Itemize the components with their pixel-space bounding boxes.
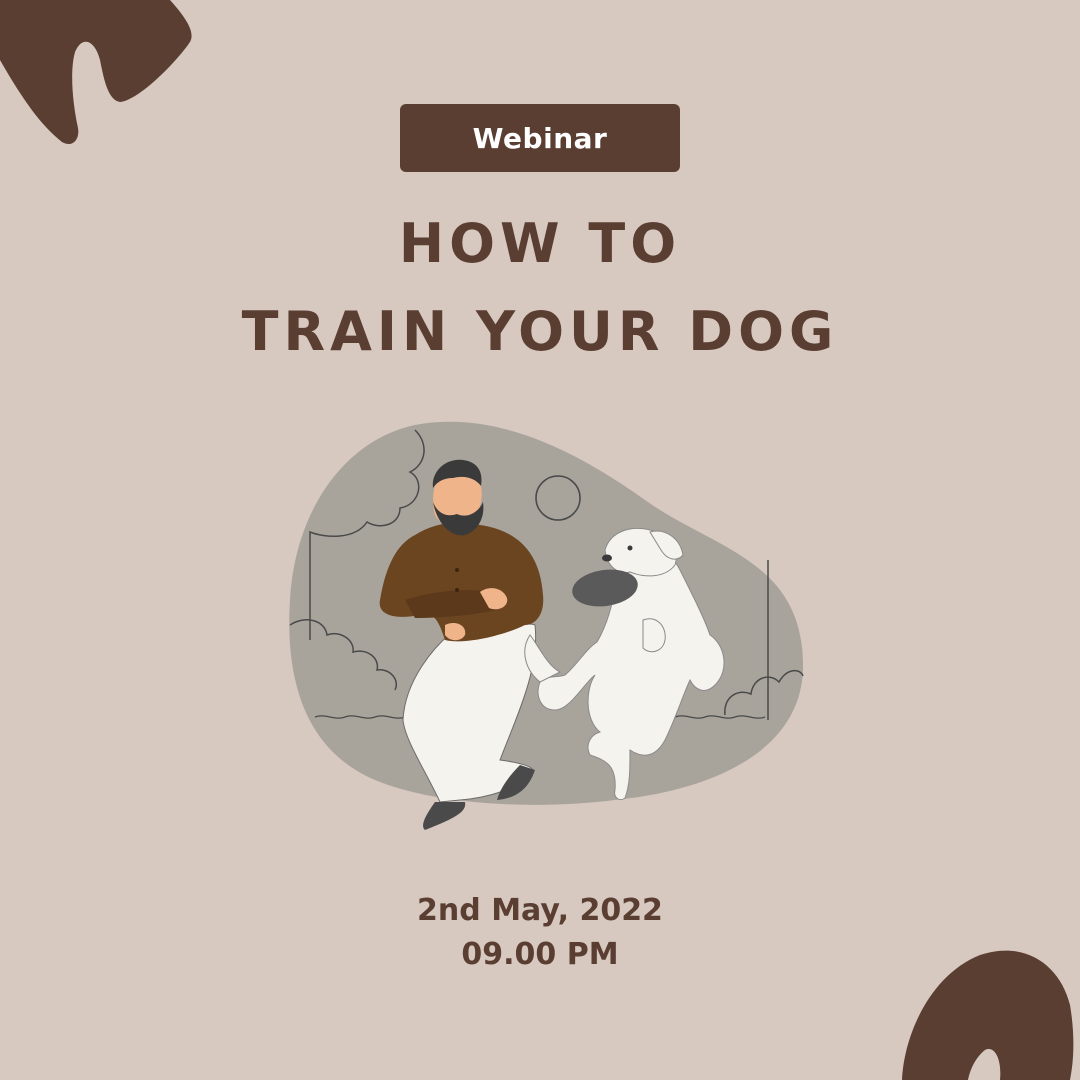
webinar-label: Webinar [472, 121, 608, 155]
event-date: 2nd May, 2022 [417, 893, 663, 928]
corner-arc-top-left [0, 0, 192, 145]
man-shoe-left [423, 802, 466, 830]
title-line-2: TRAIN YOUR DOG [241, 300, 839, 363]
event-time: 09.00 PM [461, 937, 619, 972]
man-and-dog-illustration [289, 421, 804, 830]
title-line-1: HOW TO [398, 212, 682, 275]
dog-nose [602, 554, 612, 562]
webinar-badge: Webinar [400, 104, 680, 172]
dog-eye [627, 545, 633, 551]
